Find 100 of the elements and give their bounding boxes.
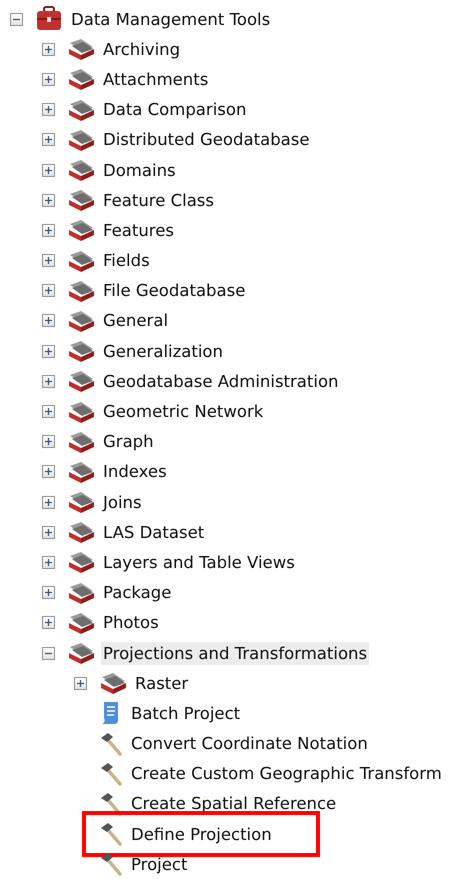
toolset-icon: [67, 550, 95, 574]
tree-item-label[interactable]: Features: [101, 218, 176, 242]
tree-item-label[interactable]: Archiving: [101, 38, 182, 61]
tree-item-label[interactable]: File Geodatabase: [101, 279, 248, 302]
plus-icon: [45, 408, 52, 416]
tree-item-label[interactable]: Create Custom Geographic Transform: [129, 762, 444, 786]
tree-item-label[interactable]: Define Projection: [129, 822, 274, 846]
plus-icon: [45, 257, 52, 264]
toolset-icon: [67, 98, 95, 122]
hammer-icon: [99, 790, 123, 817]
toolset-icon: [67, 490, 95, 514]
toolbox-icon: [35, 6, 63, 32]
plus-icon: [45, 226, 52, 234]
expander-toggle[interactable]: [74, 676, 87, 690]
tree-item-label[interactable]: Generalization: [101, 340, 225, 363]
tree-item-label[interactable]: Geodatabase Administration: [101, 370, 341, 393]
tree-item-label[interactable]: Distributed Geodatabase: [101, 128, 312, 152]
tree-item-label[interactable]: Domains: [101, 158, 178, 182]
expander-toggle[interactable]: [42, 435, 55, 448]
tree-item-label[interactable]: General: [101, 309, 170, 332]
toolset-icon: [67, 188, 95, 212]
expander-toggle[interactable]: [42, 344, 55, 358]
expander-toggle[interactable]: [42, 646, 55, 660]
toolset-icon: [99, 671, 127, 696]
expander-toggle[interactable]: [42, 314, 55, 328]
toolset-icon: [67, 520, 95, 544]
toolset-icon: [67, 218, 95, 242]
expander-toggle[interactable]: [42, 194, 55, 207]
hammer-icon: [99, 851, 123, 878]
plus-icon: [45, 438, 52, 446]
plus-icon: [45, 106, 52, 114]
tree-item-label[interactable]: Batch Project: [129, 702, 242, 725]
tree-item-label[interactable]: Fields: [101, 249, 152, 272]
toolset-icon: [67, 158, 95, 182]
plus-icon: [45, 136, 52, 144]
plus-icon: [45, 348, 52, 355]
expander-toggle[interactable]: [42, 224, 55, 237]
tree-item-label[interactable]: LAS Dataset: [101, 520, 206, 544]
tree-item-label[interactable]: Graph: [101, 430, 156, 454]
plus-icon: [45, 558, 52, 566]
hammer-icon: [99, 821, 123, 848]
expander-toggle[interactable]: [42, 284, 55, 298]
toolset-icon: [67, 641, 95, 666]
tree-item-label[interactable]: Joins: [101, 490, 144, 514]
plus-icon: [45, 619, 52, 626]
tree-item-label[interactable]: Raster: [133, 672, 190, 695]
plus-icon: [45, 589, 52, 596]
tree-item-label[interactable]: Photos: [101, 611, 161, 634]
plus-icon: [45, 76, 52, 83]
expander-toggle[interactable]: [42, 526, 55, 539]
tree-item-label[interactable]: Indexes: [101, 460, 169, 484]
tree-item-label[interactable]: Project: [129, 852, 190, 876]
expander-toggle[interactable]: [42, 465, 55, 478]
plus-icon: [77, 680, 84, 687]
tree-item-label[interactable]: Create Spatial Reference: [129, 792, 338, 816]
plus-icon: [45, 196, 52, 204]
tree-item-label[interactable]: Attachments: [101, 68, 210, 91]
tree-item-label[interactable]: Feature Class: [101, 188, 216, 212]
toolset-icon: [67, 37, 95, 62]
toolset-icon: [67, 580, 95, 605]
tree-item-label[interactable]: Geometric Network: [101, 400, 266, 424]
plus-icon: [45, 528, 52, 536]
toolset-icon: [67, 400, 95, 424]
toolset-icon: [67, 430, 95, 454]
expander-toggle[interactable]: [42, 133, 55, 146]
tree-item-label[interactable]: Data Comparison: [101, 98, 248, 122]
expander-toggle[interactable]: [42, 254, 55, 268]
expander-toggle[interactable]: [42, 616, 55, 630]
toolset-icon: [67, 369, 95, 394]
hammer-icon: [99, 730, 123, 757]
toolset-icon: [67, 128, 95, 152]
tree-item-label[interactable]: Convert Coordinate Notation: [129, 732, 370, 756]
expander-toggle[interactable]: [42, 103, 55, 116]
toolset-icon: [67, 248, 95, 273]
tree-item-label[interactable]: Data Management Tools: [69, 8, 272, 31]
toolset-icon: [67, 339, 95, 364]
expander-toggle[interactable]: [42, 405, 55, 418]
tree-item-label[interactable]: Projections and Transformations: [101, 642, 370, 665]
plus-icon: [45, 378, 52, 385]
plus-icon: [45, 46, 52, 53]
toolset-icon: [67, 308, 95, 333]
toolset-icon: [67, 460, 95, 484]
toolset-icon: [67, 610, 95, 635]
expander-toggle[interactable]: [42, 72, 55, 86]
expander-toggle[interactable]: [42, 164, 55, 177]
plus-icon: [45, 498, 52, 506]
plus-icon: [45, 287, 52, 294]
expander-toggle[interactable]: [42, 42, 55, 56]
expander-toggle[interactable]: [42, 496, 55, 509]
expander-toggle[interactable]: [42, 556, 55, 569]
toolset-icon: [67, 278, 95, 303]
expander-toggle[interactable]: [42, 374, 55, 388]
plus-icon: [45, 468, 52, 476]
expander-toggle[interactable]: [10, 12, 23, 26]
tree-item-label[interactable]: Layers and Table Views: [101, 550, 297, 574]
hammer-icon: [99, 760, 123, 787]
plus-icon: [45, 166, 52, 174]
plus-icon: [45, 317, 52, 324]
expander-toggle[interactable]: [42, 586, 55, 600]
tree-item-label[interactable]: Package: [101, 581, 174, 604]
